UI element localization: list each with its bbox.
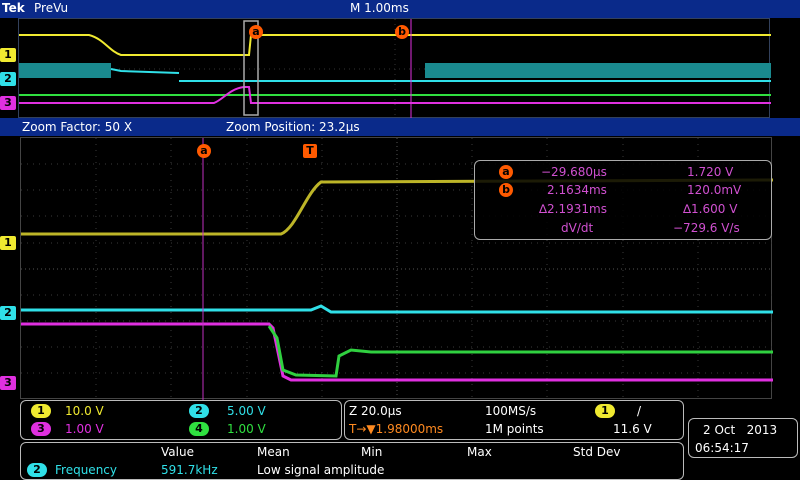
cursor-b-voltage: 120.0mV [687,183,742,197]
meas-name[interactable]: Frequency [55,463,117,477]
acquisition-mode: PreVu [34,1,69,15]
cursor-b-label: b [499,183,513,197]
ch2-badge[interactable]: 2 [189,404,209,418]
meas-header-value: Value [161,445,194,459]
ch1-ground-indicator[interactable]: 1 [0,236,16,250]
cursor-delta-voltage: ∆1.600 V [683,202,738,216]
meas-header-stddev: Std Dev [573,445,621,459]
cursor-a-marker-overview[interactable]: a [249,25,263,39]
ch3-badge[interactable]: 3 [31,422,51,436]
trigger-source-badge[interactable]: 1 [595,404,615,418]
horizontal-trigger-panel[interactable]: Z 20.0µs 100MS/s 1 / T→▼1.98000ms 1M poi… [344,400,684,440]
ch3-scale: 1.00 V [65,422,104,436]
ch3-ground-indicator[interactable]: 3 [0,376,16,390]
trigger-slope-icon: / [637,404,642,418]
ch4-scale: 1.00 V [227,422,266,436]
meas-header-min: Min [361,445,383,459]
measurement-panel[interactable]: Value Mean Min Max Std Dev 2 Frequency 5… [20,442,684,480]
time: 06:54:17 [695,441,749,455]
datetime-panel: 2 Oct 2013 06:54:17 [688,418,798,458]
cursor-a-time: −29.680µs [541,165,607,179]
meas-header-max: Max [467,445,492,459]
slope-label: dV/dt [561,221,594,235]
trigger-position: T→▼1.98000ms [349,422,444,436]
brand-logo: Tek [2,1,25,15]
cursor-b-time: 2.1634ms [547,183,607,197]
date: 2 Oct 2013 [703,423,778,437]
ch1-overview-indicator[interactable]: 1 [0,48,16,62]
ch2-scale: 5.00 V [227,404,266,418]
zoom-info-bar: Zoom Factor: 50 X Zoom Position: 23.2µs [0,118,800,136]
zoom-scale: Z 20.0µs [349,404,402,418]
meas-value: 591.7kHz [161,463,218,477]
cursor-a-marker[interactable]: a [197,144,211,158]
ch1-badge[interactable]: 1 [31,404,51,418]
channel-scale-panel[interactable]: 1 10.0 V 2 5.00 V 3 1.00 V 4 1.00 V [20,400,342,440]
cursor-b-marker-overview[interactable]: b [395,25,409,39]
zoom-factor: Zoom Factor: 50 X [22,120,133,134]
zoom-position: Zoom Position: 23.2µs [226,120,360,134]
meas-channel-badge: 2 [27,463,47,477]
record-length: 1M points [485,422,544,436]
meas-note: Low signal amplitude [257,463,385,477]
cursor-a-label: a [499,165,513,179]
top-status-bar: Tek PreVu M 1.00ms [0,0,800,18]
ch2-overview-indicator[interactable]: 2 [0,72,16,86]
cursor-delta-time: ∆2.1931ms [539,202,607,216]
slope-value: −729.6 V/s [673,221,740,235]
ch1-scale: 10.0 V [65,404,104,418]
main-timebase: M 1.00ms [350,1,409,15]
sample-rate: 100MS/s [485,404,537,418]
cursor-a-voltage: 1.720 V [687,165,734,179]
meas-header-mean: Mean [257,445,290,459]
ch2-ground-indicator[interactable]: 2 [0,306,16,320]
ch4-badge[interactable]: 4 [189,422,209,436]
cursor-readout-panel: a −29.680µs 1.720 V b 2.1634ms 120.0mV ∆… [474,160,772,240]
ch3-overview-indicator[interactable]: 3 [0,96,16,110]
overview-waveform-window[interactable]: a b [18,18,771,119]
trigger-marker[interactable]: T [303,144,317,158]
trigger-level: 11.6 V [613,422,652,436]
